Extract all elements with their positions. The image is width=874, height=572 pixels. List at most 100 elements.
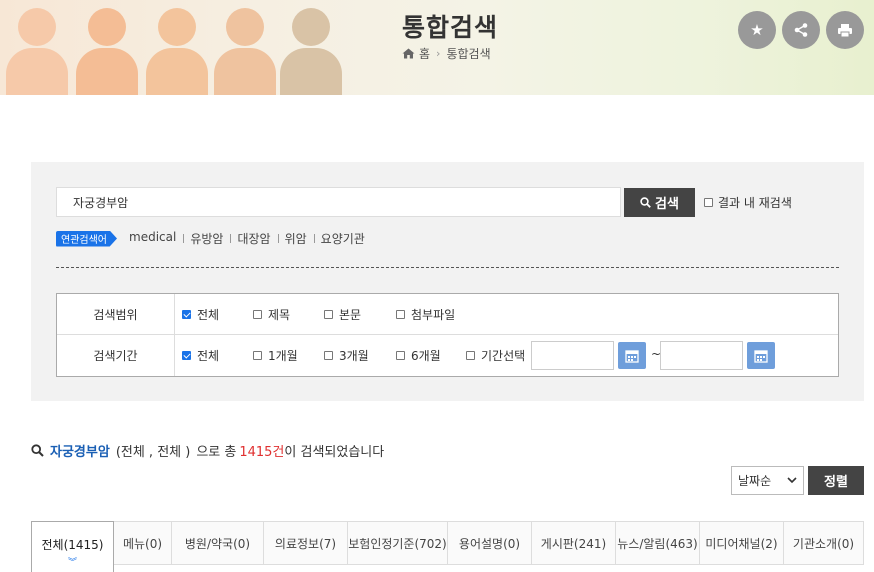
checkbox[interactable]	[182, 351, 191, 360]
checkbox[interactable]	[466, 351, 475, 360]
tab-menu[interactable]: 메뉴(0)	[114, 521, 172, 565]
checkbox[interactable]	[253, 351, 262, 360]
tab-label: 게시판(241)	[540, 536, 607, 551]
divider	[56, 267, 839, 268]
period-6month-option[interactable]: 6개월	[396, 347, 441, 364]
period-label: 검색기간	[57, 335, 175, 376]
tab-label: 뉴스/알림(463)	[617, 536, 698, 551]
checkbox[interactable]	[182, 309, 191, 319]
option-label: 전체	[197, 307, 220, 322]
breadcrumb-home[interactable]: 홈	[419, 45, 430, 62]
result-count: 1415건	[239, 445, 285, 460]
banner-figure	[208, 8, 282, 95]
print-icon	[838, 23, 852, 37]
scope-title-option[interactable]: 제목	[253, 306, 290, 323]
search-button[interactable]: 검색	[624, 188, 695, 217]
sort-button[interactable]: 정렬	[808, 466, 864, 495]
period-all-option[interactable]: 전체	[182, 347, 219, 364]
period-custom-option[interactable]: 기간선택	[466, 347, 525, 364]
checkbox[interactable]	[704, 198, 713, 207]
checkbox[interactable]	[253, 309, 262, 319]
option-label: 첨부파일	[411, 307, 456, 322]
tab-label: 미디어채널(2)	[705, 536, 778, 551]
share-button[interactable]	[782, 11, 820, 49]
tab-label: 전체(1415)	[41, 538, 104, 552]
option-label: 3개월	[339, 349, 369, 363]
scope-attachment-option[interactable]: 첨부파일	[396, 306, 455, 323]
search-icon	[31, 444, 44, 457]
tab-about[interactable]: 기관소개(0)	[784, 521, 864, 565]
result-filters: (전체 , 전체 )	[115, 445, 191, 460]
chevron-right-icon: ›	[436, 47, 441, 60]
banner-figure	[70, 8, 144, 95]
checkbox[interactable]	[396, 309, 405, 319]
start-date-input[interactable]	[531, 341, 614, 370]
tab-label: 기관소개(0)	[792, 536, 855, 551]
related-keyword[interactable]: 위암	[277, 230, 314, 247]
option-label: 6개월	[411, 349, 441, 363]
tab-label: 병원/약국(0)	[184, 536, 251, 551]
period-3month-option[interactable]: 3개월	[324, 347, 369, 364]
search-options: 검색범위 전체 제목 본문 첨부파일 검색기간 전체 1개월 3개월 6개월 기…	[56, 293, 839, 377]
scope-all-option[interactable]: 전체	[182, 306, 219, 323]
scope-body-option[interactable]: 본문	[324, 306, 361, 323]
page-title: 통합검색	[402, 13, 499, 42]
scope-label: 검색범위	[57, 294, 175, 334]
inner-search-checkbox[interactable]: 결과 내 재검색	[704, 194, 792, 211]
related-keyword[interactable]: 요양기관	[313, 230, 372, 247]
tab-news[interactable]: 뉴스/알림(463)	[616, 521, 700, 565]
star-icon: ★	[750, 21, 764, 39]
related-list: medical 유방암 대장암 위암 요양기관	[129, 230, 372, 247]
tab-hospital[interactable]: 병원/약국(0)	[172, 521, 264, 565]
favorite-button[interactable]: ★	[738, 11, 776, 49]
related-tag: 연관검색어	[56, 230, 117, 247]
end-date-input[interactable]	[660, 341, 743, 370]
option-label: 기간선택	[481, 349, 526, 363]
period-row: 검색기간 전체 1개월 3개월 6개월 기간선택 ~	[57, 335, 838, 376]
sort-selected: 날짜순	[738, 474, 772, 488]
calendar-icon	[625, 349, 639, 363]
banner-figure	[274, 8, 348, 95]
search-button-label: 검색	[655, 197, 679, 212]
breadcrumb: 홈 › 통합검색	[402, 45, 491, 62]
checkbox[interactable]	[324, 309, 333, 319]
search-panel: 자궁경부암 검색 결과 내 재검색 연관검색어 medical 유방암 대장암 …	[31, 162, 864, 401]
chevron-down-icon	[787, 477, 797, 484]
option-label: 전체	[197, 349, 220, 363]
calendar-icon	[754, 349, 768, 363]
related-keyword[interactable]: 유방암	[183, 230, 230, 247]
tab-all[interactable]: 전체(1415) ︾	[31, 521, 114, 572]
category-tabs: 전체(1415) ︾ 메뉴(0) 병원/약국(0) 의료정보(7) 보험인정기준…	[31, 521, 864, 572]
banner-figure	[140, 8, 214, 95]
header-banner: 통합검색 홈 › 통합검색 ★	[0, 0, 874, 95]
result-middle: 으로 총	[196, 445, 237, 460]
checkbox[interactable]	[396, 351, 405, 360]
tab-label: 보험인정기준(702)	[348, 536, 447, 551]
tab-medical-info[interactable]: 의료정보(7)	[264, 521, 348, 565]
tab-glossary[interactable]: 용어설명(0)	[448, 521, 532, 565]
option-label: 1개월	[268, 349, 298, 363]
tab-media[interactable]: 미디어채널(2)	[700, 521, 784, 565]
print-button[interactable]	[826, 11, 864, 49]
banner-figure	[0, 8, 74, 95]
tab-label: 의료정보(7)	[274, 536, 337, 551]
inner-search-label: 결과 내 재검색	[718, 196, 792, 210]
related-keyword[interactable]: medical	[129, 230, 183, 247]
related-keywords: 연관검색어 medical 유방암 대장암 위암 요양기관	[56, 230, 372, 247]
sort-select[interactable]: 날짜순	[731, 466, 804, 495]
result-summary: 자궁경부암 (전체 , 전체 ) 으로 총 1415건이 검색되었습니다	[31, 441, 384, 460]
result-keyword: 자궁경부암	[50, 445, 110, 460]
related-keyword[interactable]: 대장암	[230, 230, 277, 247]
home-icon[interactable]	[402, 48, 415, 59]
breadcrumb-current: 통합검색	[446, 47, 491, 61]
tab-label: 용어설명(0)	[458, 536, 521, 551]
share-icon	[794, 23, 808, 37]
search-input[interactable]: 자궁경부암	[56, 187, 621, 217]
period-1month-option[interactable]: 1개월	[253, 347, 298, 364]
search-icon	[640, 197, 651, 208]
tab-insurance[interactable]: 보험인정기준(702)	[348, 521, 448, 565]
end-calendar-button[interactable]	[747, 342, 775, 369]
start-calendar-button[interactable]	[618, 342, 646, 369]
checkbox[interactable]	[324, 351, 333, 360]
tab-board[interactable]: 게시판(241)	[532, 521, 616, 565]
